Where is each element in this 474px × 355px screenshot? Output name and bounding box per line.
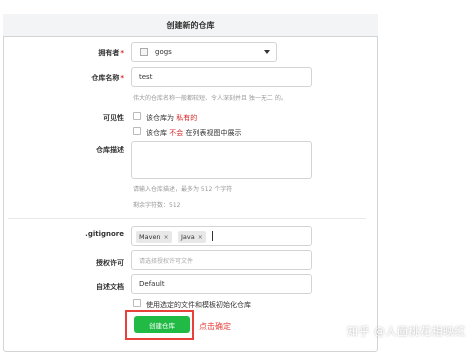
remove-maven-icon[interactable]: × (164, 234, 169, 241)
description-textarea[interactable] (131, 141, 312, 179)
owner-label-text: 拥有者 (98, 49, 120, 57)
repo-name-required-mark: * (120, 74, 124, 82)
repo-name-help: 伟大的仓库名称一般都较短、令人深刻并且 独一无二 的。 (133, 95, 287, 102)
description-label: 仓库描述 (96, 146, 124, 154)
gitignore-tag-java-text: Java (181, 233, 195, 241)
license-label: 授权许可 (96, 259, 124, 267)
private-prefix: 该仓库为 (146, 114, 174, 122)
gitignore-tag-maven: Maven × (136, 231, 172, 243)
gitignore-label: .gitignore (85, 230, 124, 238)
owner-required-mark: * (120, 49, 124, 57)
text-cursor (212, 231, 213, 241)
license-placeholder: 请选择授权许可文件 (139, 258, 194, 265)
readme-label: 自述文档 (96, 283, 124, 291)
private-highlight: 私有的 (176, 114, 198, 122)
watermark: 知乎 @人面桃花相映红 (347, 325, 466, 338)
private-checkbox-label: 该仓库为 私有的 (146, 113, 197, 123)
auto-init-checkbox[interactable] (133, 299, 141, 307)
description-help: 请输入仓库描述，最多为 512 个字符 (133, 186, 233, 193)
annotation-text: 点击确定 (199, 322, 231, 331)
repo-name-value: test (139, 73, 153, 81)
annotation-highlight-box (125, 310, 194, 340)
repo-name-label: 仓库名称* (0, 73, 124, 83)
remove-java-icon[interactable]: × (198, 234, 203, 241)
unlisted-highlight: 不会 (169, 129, 184, 137)
chevron-down-icon (264, 50, 270, 54)
gitignore-tag-maven-text: Maven (139, 233, 161, 241)
unlisted-prefix: 该仓库 (146, 129, 167, 137)
unlisted-suffix: 在列表视图中展示 (185, 129, 242, 137)
section-divider (8, 218, 366, 219)
gitignore-tag-java: Java × (178, 231, 206, 243)
readme-value: Default (139, 280, 165, 288)
auto-init-label: 使用选定的文件和模板初始化仓库 (146, 301, 251, 309)
owner-label: 拥有者* (0, 48, 124, 58)
private-checkbox[interactable] (133, 112, 141, 120)
avatar-icon (140, 48, 148, 56)
repo-name-input[interactable] (131, 67, 312, 87)
owner-dropdown[interactable] (131, 42, 277, 62)
description-remaining: 剩余字符数：512 (133, 202, 181, 209)
unlisted-checkbox[interactable] (133, 127, 141, 135)
repo-name-label-text: 仓库名称 (91, 74, 120, 82)
form-title: 创建新的仓库 (3, 14, 378, 37)
visibility-label: 可见性 (103, 114, 124, 122)
unlisted-checkbox-label: 该仓库 不会 在列表视图中展示 (146, 128, 241, 138)
owner-value: gogs (155, 48, 172, 56)
